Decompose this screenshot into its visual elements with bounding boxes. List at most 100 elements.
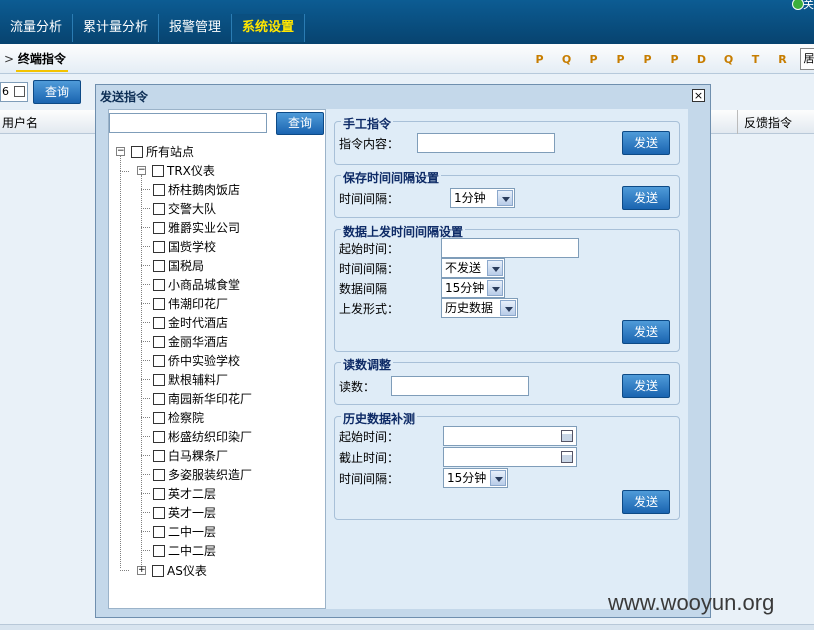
tree-line (141, 227, 150, 228)
tree-item[interactable]: 国赀学校 (153, 237, 216, 256)
checkbox[interactable] (153, 449, 165, 462)
tree-item[interactable]: 白马粿条厂 (153, 446, 228, 465)
checkbox[interactable] (153, 468, 165, 481)
tree-item[interactable]: 侨中实验学校 (153, 351, 240, 370)
checkbox[interactable] (153, 297, 165, 310)
checkbox[interactable] (153, 316, 165, 329)
history-end-input[interactable] (443, 447, 577, 467)
reading-input[interactable] (391, 376, 529, 396)
history-interval-select[interactable]: 15分钟 (443, 468, 508, 488)
select-value: 15分钟 (445, 281, 485, 295)
tree-root[interactable]: − 所有站点 (116, 142, 194, 161)
site-search-input[interactable] (109, 113, 267, 133)
checkbox[interactable] (152, 164, 164, 177)
calendar-icon[interactable] (561, 430, 573, 442)
checkbox[interactable] (153, 525, 165, 538)
page-date-input[interactable]: 6 (0, 82, 28, 102)
chevron-down-icon[interactable] (497, 190, 513, 206)
checkbox[interactable] (153, 373, 165, 386)
tree-item[interactable]: 伟潮印花厂 (153, 294, 228, 313)
collapse-icon[interactable]: − (116, 147, 125, 156)
chevron-down-icon[interactable] (500, 300, 516, 316)
tree-item[interactable]: 英才一层 (153, 503, 216, 522)
menu-cumulative-analysis[interactable]: 累计量分析 (73, 14, 160, 42)
manual-send-button[interactable]: 发送 (622, 131, 670, 155)
checkbox[interactable] (153, 506, 165, 519)
toolbar-end-button[interactable]: 居 (800, 48, 814, 70)
checkbox[interactable] (152, 564, 164, 577)
checkbox[interactable] (153, 411, 165, 424)
tree-item[interactable]: 英才二层 (153, 484, 216, 503)
checkbox[interactable] (153, 335, 165, 348)
upload-send-button[interactable]: 发送 (622, 320, 670, 344)
tree-item[interactable]: 二中一层 (153, 522, 216, 541)
checkbox[interactable] (153, 354, 165, 367)
tree-item[interactable]: 默根辅料厂 (153, 370, 228, 389)
checkbox[interactable] (153, 221, 165, 234)
checkbox[interactable] (153, 259, 165, 272)
history-start-input[interactable] (443, 426, 577, 446)
page-query-button[interactable]: 查询 (33, 80, 81, 104)
expand-icon[interactable]: + (137, 566, 146, 575)
column-feedback[interactable]: 反馈指令 (744, 114, 792, 131)
toolbar-tree-icon[interactable]: T (746, 51, 765, 67)
close-icon[interactable]: × (692, 89, 705, 102)
checkbox[interactable] (153, 544, 165, 557)
tree-item[interactable]: 多姿服装织造厂 (153, 465, 252, 484)
toolbar-document-icon[interactable]: D (692, 51, 711, 67)
upload-form-select[interactable]: 历史数据 (441, 298, 518, 318)
collapse-icon[interactable]: − (137, 166, 146, 175)
toolbar-icon-3[interactable]: P (584, 51, 603, 67)
save-interval-select[interactable]: 1分钟 (450, 188, 515, 208)
calendar-icon[interactable] (14, 86, 25, 97)
upload-interval-select[interactable]: 不发送 (441, 258, 505, 278)
tree-group-trx[interactable]: − TRX仪表 (137, 161, 215, 180)
checkbox[interactable] (153, 240, 165, 253)
checkbox[interactable] (131, 145, 143, 158)
checkbox[interactable] (153, 202, 165, 215)
toolbar-icon-5[interactable]: P (638, 51, 657, 67)
chevron-down-icon[interactable] (487, 260, 503, 276)
save-interval-label: 时间间隔： (339, 192, 400, 206)
toolbar-refresh-icon[interactable]: R (773, 51, 792, 67)
tree-item[interactable]: 彬盛纺织印染厂 (153, 427, 252, 446)
data-interval-select[interactable]: 15分钟 (441, 278, 505, 298)
checkbox[interactable] (153, 183, 165, 196)
command-content-input[interactable] (417, 133, 555, 153)
toolbar-icon-6[interactable]: P (665, 51, 684, 67)
tree-item[interactable]: 金丽华酒店 (153, 332, 228, 351)
toolbar-icon-4[interactable]: P (611, 51, 630, 67)
checkbox[interactable] (153, 487, 165, 500)
top-right-text[interactable]: 关 (803, 0, 814, 12)
tree-item[interactable]: 交警大队 (153, 199, 216, 218)
save-interval-send-button[interactable]: 发送 (622, 186, 670, 210)
tree-item[interactable]: 金时代酒店 (153, 313, 228, 332)
column-username[interactable]: 用户名 (2, 114, 38, 131)
menu-alarm-management[interactable]: 报警管理 (159, 14, 233, 42)
checkbox[interactable] (153, 392, 165, 405)
calendar-icon[interactable] (561, 451, 573, 463)
history-send-button[interactable]: 发送 (622, 490, 670, 514)
toolbar-icon-1[interactable]: P (530, 51, 549, 67)
menu-system-settings[interactable]: 系统设置 (232, 14, 306, 42)
tree-item-label: 默根辅料厂 (168, 373, 229, 387)
upload-start-input[interactable] (441, 238, 579, 258)
site-search-button[interactable]: 查询 (276, 112, 324, 135)
menu-flow-analysis[interactable]: 流量分析 (0, 14, 74, 42)
tree-item[interactable]: 南园新华印花厂 (153, 389, 252, 408)
reading-send-button[interactable]: 发送 (622, 374, 670, 398)
toolbar-preview-icon[interactable]: Q (719, 51, 738, 67)
tree-item[interactable]: 二中二层 (153, 541, 216, 560)
chevron-down-icon[interactable] (490, 470, 506, 486)
tree-item[interactable]: 小商品城食堂 (153, 275, 240, 294)
tree-group-as[interactable]: + AS仪表 (137, 561, 207, 580)
checkbox[interactable] (153, 278, 165, 291)
checkbox[interactable] (153, 430, 165, 443)
tree-item[interactable]: 雅爵实业公司 (153, 218, 240, 237)
breadcrumb-current[interactable]: 终端指令 (18, 52, 66, 66)
tree-item[interactable]: 检察院 (153, 408, 204, 427)
tree-item[interactable]: 桥柱鹅肉饭店 (153, 180, 240, 199)
toolbar-search-icon[interactable]: Q (557, 51, 576, 67)
chevron-down-icon[interactable] (487, 280, 503, 296)
tree-item[interactable]: 国税局 (153, 256, 204, 275)
